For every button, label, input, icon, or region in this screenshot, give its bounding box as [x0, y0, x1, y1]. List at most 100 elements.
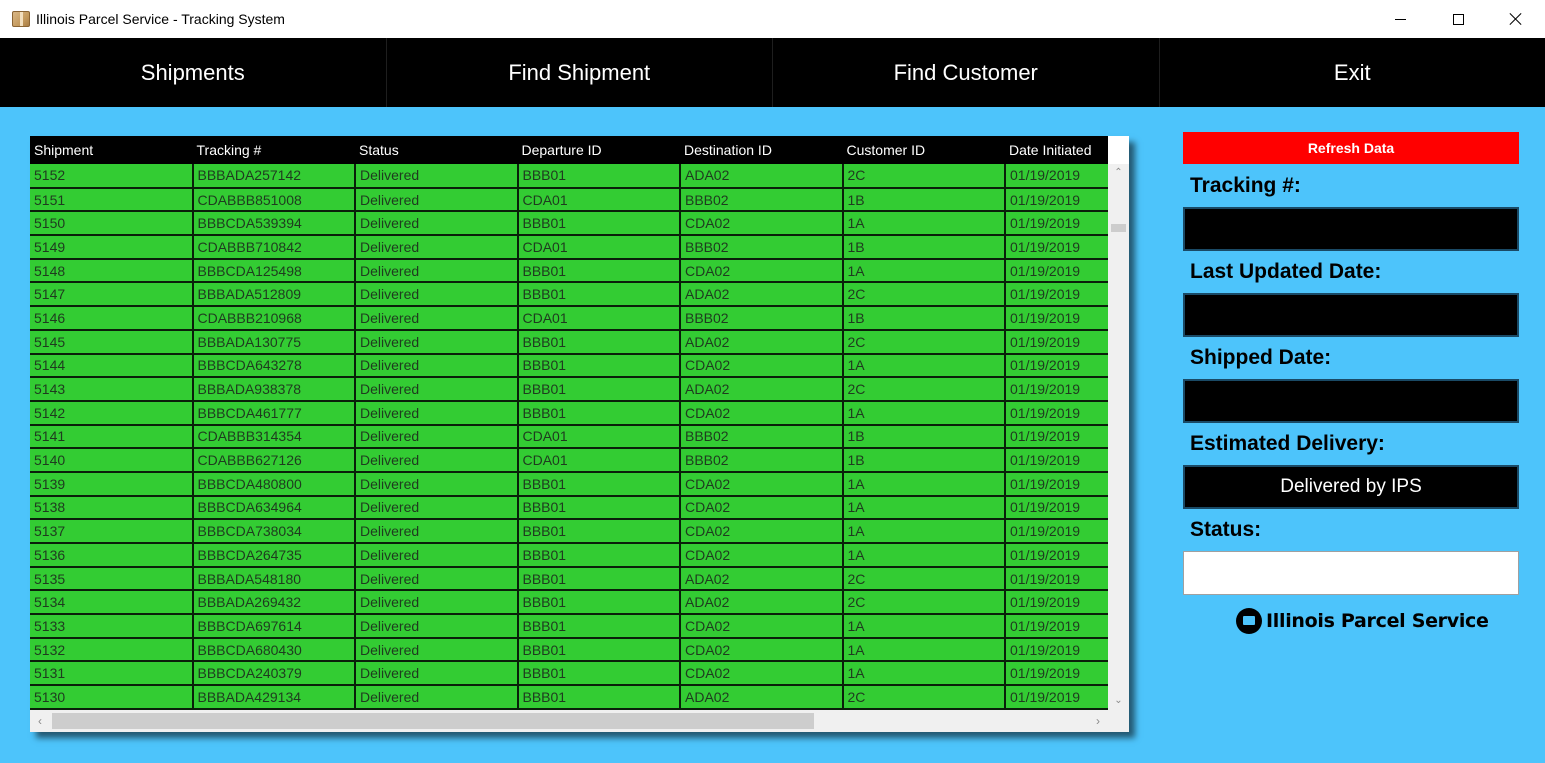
scroll-right-icon[interactable]: › [1088, 710, 1108, 732]
tracking-cell: BBBCDA461777 [192, 400, 356, 426]
table-row[interactable]: 5132 BBBCDA680430 Delivered BBB01 CDA02 1A 01/… [30, 637, 1108, 663]
date-cell: 01/19/2019 [1005, 495, 1108, 521]
shipment-cell: 5141 [30, 424, 194, 450]
table-row[interactable]: 5144 BBBCDA643278 Delivered BBB01 CDA02 1A 01/… [30, 353, 1108, 379]
table-row[interactable]: 5137 BBBCDA738034 Delivered BBB01 CDA02 1A 01/… [30, 519, 1108, 544]
tracking-cell: CDABBB627126 [192, 448, 356, 473]
column-header[interactable]: Shipment [30, 136, 193, 164]
tracking-cell: BBBCDA680430 [192, 637, 356, 663]
shipment-cell: 5139 [30, 471, 194, 497]
table-row[interactable]: 5147 BBBADA512809 Delivered BBB01 ADA02 2C 01/… [30, 282, 1108, 308]
table-row[interactable]: 5151 CDABBB851008 Delivered CDA01 BBB02 1B 01/… [30, 187, 1108, 213]
table-row[interactable]: 5146 CDABBB210968 Delivered CDA01 BBB02 1B 01/… [30, 306, 1108, 331]
table-row[interactable]: 5135 BBBADA548180 Delivered BBB01 ADA02 2C 01/… [30, 566, 1108, 592]
departure-cell: BBB01 [517, 164, 681, 189]
table-row[interactable]: 5152 BBBADA257142 Delivered BBB01 ADA02 2C 01/… [30, 164, 1108, 189]
status-cell: Delivered [355, 471, 519, 497]
scroll-up-icon[interactable]: ⌃ [1108, 164, 1129, 182]
table-row[interactable]: 5130 BBBADA429134 Delivered BBB01 ADA02 2C 01/… [30, 685, 1108, 710]
table-row[interactable]: 5140 CDABBB627126 Delivered CDA01 BBB02 1B 01/… [30, 448, 1108, 473]
shipments-table: Shipment Tracking # Status Departure ID Dest… [30, 136, 1108, 710]
destination-cell: CDA02 [680, 543, 844, 568]
departure-cell: CDA01 [517, 187, 681, 213]
minimize-button[interactable] [1371, 0, 1429, 38]
departure-cell: BBB01 [517, 519, 681, 544]
maximize-button[interactable] [1429, 0, 1487, 38]
column-header[interactable]: Destination ID [680, 136, 843, 164]
table-row[interactable]: 5142 BBBCDA461777 Delivered BBB01 CDA02 1A 01/… [30, 400, 1108, 426]
table-row[interactable]: 5134 BBBADA269432 Delivered BBB01 ADA02 2C 01/… [30, 590, 1108, 616]
customer-cell: 1B [842, 187, 1006, 213]
vertical-scrollbar[interactable]: ⌃ ⌄ [1108, 164, 1129, 710]
table-row[interactable]: 5141 CDABBB314354 Delivered CDA01 BBB02 1B 01/… [30, 424, 1108, 450]
nav-find-shipment-button[interactable]: Find Shipment [387, 38, 773, 107]
status-field[interactable] [1183, 551, 1519, 595]
tracking-field[interactable] [1183, 207, 1519, 251]
date-cell: 01/19/2019 [1005, 471, 1108, 497]
date-cell: 01/19/2019 [1005, 685, 1108, 710]
logo-text: Illinois Parcel Service [1266, 610, 1489, 632]
destination-cell: BBB02 [680, 424, 844, 450]
horizontal-scrollbar[interactable]: ‹ › [30, 710, 1108, 732]
date-cell: 01/19/2019 [1005, 235, 1108, 260]
vertical-scroll-thumb[interactable] [1111, 224, 1126, 232]
status-cell: Delivered [355, 448, 519, 473]
column-header[interactable]: Status [355, 136, 518, 164]
shipment-cell: 5142 [30, 400, 194, 426]
status-label: Status: [1190, 518, 1262, 541]
column-header[interactable]: Customer ID [842, 136, 1005, 164]
tracking-cell: BBBCDA697614 [192, 614, 356, 639]
column-header[interactable]: Date Initiated [1005, 136, 1108, 164]
table-row[interactable]: 5145 BBBADA130775 Delivered BBB01 ADA02 2C 01/… [30, 329, 1108, 355]
close-button[interactable] [1487, 0, 1545, 38]
table-row[interactable]: 5133 BBBCDA697614 Delivered BBB01 CDA02 1A 01/… [30, 614, 1108, 639]
destination-cell: ADA02 [680, 590, 844, 616]
tracking-cell: BBBADA548180 [192, 566, 356, 592]
departure-cell: BBB01 [517, 211, 681, 237]
destination-cell: CDA02 [680, 211, 844, 237]
last-updated-field[interactable] [1183, 293, 1519, 337]
date-cell: 01/19/2019 [1005, 258, 1108, 284]
table-row[interactable]: 5139 BBBCDA480800 Delivered BBB01 CDA02 1A 01/… [30, 471, 1108, 497]
shipped-date-field[interactable] [1183, 379, 1519, 423]
refresh-data-button[interactable]: Refresh Data [1183, 132, 1519, 164]
shipment-cell: 5140 [30, 448, 194, 473]
tracking-cell: CDABBB851008 [192, 187, 356, 213]
nav-find-customer-button[interactable]: Find Customer [773, 38, 1160, 107]
date-cell: 01/19/2019 [1005, 448, 1108, 473]
status-cell: Delivered [355, 637, 519, 663]
tracking-cell: BBBADA938378 [192, 377, 356, 402]
package-box-icon [12, 11, 30, 27]
departure-cell: BBB01 [517, 471, 681, 497]
shipment-cell: 5146 [30, 306, 194, 331]
truck-logo-icon [1236, 608, 1262, 634]
nav-exit-button[interactable]: Exit [1160, 38, 1545, 107]
horizontal-scroll-thumb[interactable] [52, 713, 814, 729]
table-row[interactable]: 5148 BBBCDA125498 Delivered BBB01 CDA02 1A 01/… [30, 258, 1108, 284]
table-body: 5152 BBBADA257142 Delivered BBB01 ADA02 2C 01/… [30, 164, 1108, 710]
shipment-cell: 5130 [30, 685, 194, 710]
nav-shipments-button[interactable]: Shipments [0, 38, 387, 107]
estimated-delivery-field[interactable]: Delivered by IPS [1183, 465, 1519, 509]
customer-cell: 2C [842, 566, 1006, 592]
column-header[interactable]: Tracking # [192, 136, 355, 164]
column-header[interactable]: Departure ID [517, 136, 680, 164]
status-cell: Delivered [355, 661, 519, 687]
customer-cell: 1A [842, 543, 1006, 568]
table-row[interactable]: 5149 CDABBB710842 Delivered CDA01 BBB02 1B 01/… [30, 235, 1108, 260]
table-row[interactable]: 5150 BBBCDA539394 Delivered BBB01 CDA02 1A 01/… [30, 211, 1108, 237]
table-row[interactable]: 5143 BBBADA938378 Delivered BBB01 ADA02 2C 01/… [30, 377, 1108, 402]
table-row[interactable]: 5136 BBBCDA264735 Delivered BBB01 CDA02 1A 01/… [30, 543, 1108, 568]
close-icon [1509, 12, 1523, 26]
grid-viewport: Shipment Tracking # Status Departure ID Dest… [30, 136, 1108, 710]
shipments-grid[interactable]: Shipment Tracking # Status Departure ID Dest… [30, 136, 1129, 732]
scroll-left-icon[interactable]: ‹ [30, 710, 50, 732]
destination-cell: ADA02 [680, 164, 844, 189]
table-row[interactable]: 5131 BBBCDA240379 Delivered BBB01 CDA02 1A 01/… [30, 661, 1108, 687]
table-row[interactable]: 5138 BBBCDA634964 Delivered BBB01 CDA02 1A 01/… [30, 495, 1108, 521]
scroll-down-icon[interactable]: ⌄ [1108, 692, 1129, 710]
status-cell: Delivered [355, 164, 519, 189]
departure-cell: BBB01 [517, 685, 681, 710]
destination-cell: BBB02 [680, 187, 844, 213]
status-cell: Delivered [355, 235, 519, 260]
